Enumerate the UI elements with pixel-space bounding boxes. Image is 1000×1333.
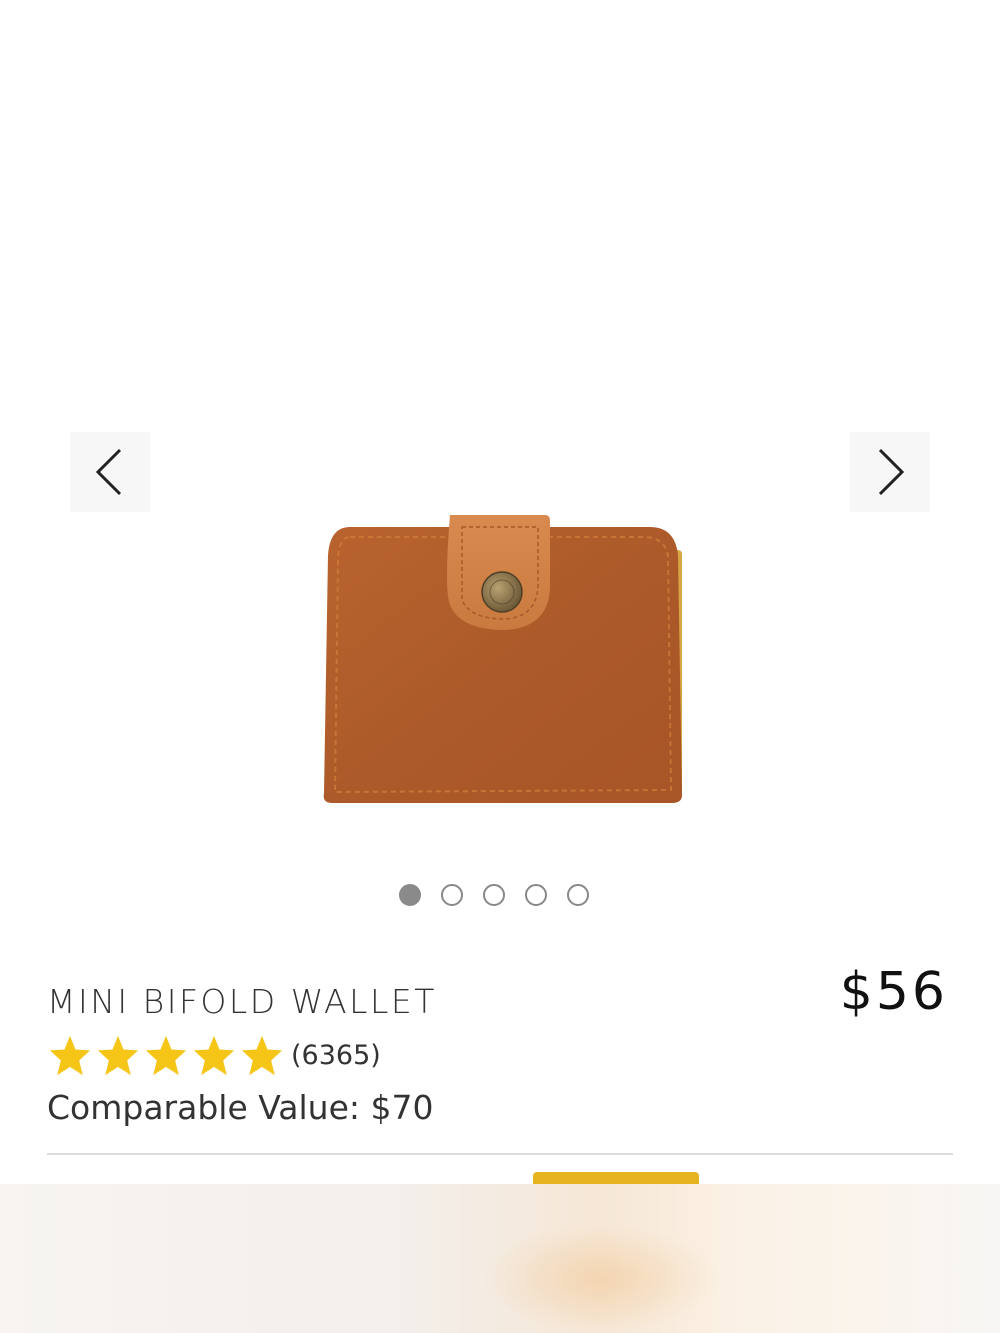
product-price: $56 [839, 962, 948, 1022]
gallery-dot-2[interactable] [441, 884, 463, 906]
product-rating[interactable]: (6365) [47, 1034, 381, 1076]
star-icon [97, 1035, 139, 1076]
gallery-dot-1[interactable] [399, 884, 421, 906]
product-gallery [0, 0, 1000, 930]
chevron-left-icon [95, 448, 122, 496]
gallery-next-button[interactable] [850, 432, 930, 512]
rating-stars [47, 1034, 285, 1076]
chevron-right-icon [878, 448, 905, 496]
gallery-dot-5[interactable] [567, 884, 589, 906]
review-count[interactable]: (6365) [291, 1040, 381, 1071]
gallery-prev-button[interactable] [70, 432, 150, 512]
product-title: MINI BIFOLD WALLET [47, 982, 437, 1021]
gallery-dot-3[interactable] [483, 884, 505, 906]
gallery-pagination [0, 884, 994, 906]
bottom-blurred-overlay [0, 1184, 1000, 1333]
star-icon [241, 1035, 283, 1076]
wallet-image[interactable] [310, 505, 690, 815]
comparable-value: Comparable Value: $70 [47, 1088, 434, 1127]
gallery-dot-4[interactable] [525, 884, 547, 906]
star-icon [145, 1035, 187, 1076]
divider [47, 1153, 953, 1155]
star-icon [49, 1035, 91, 1076]
star-icon [193, 1035, 235, 1076]
